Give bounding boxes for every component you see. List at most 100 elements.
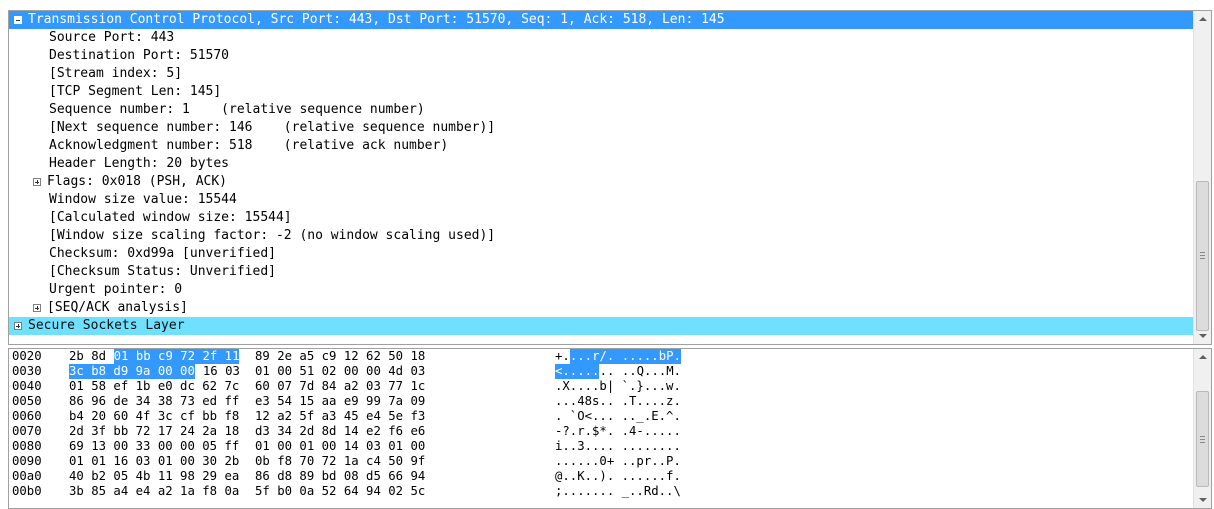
hex-bytes: 69 13 00 33 00 00 05 ff	[69, 439, 240, 453]
packet-bytes-pane[interactable]: 0020 2b 8d 01 bb c9 72 2f 11 89 2e a5 c9 12…	[8, 348, 1212, 509]
hex-bytes: b4 20 60 4f 3c cf bb f8	[69, 409, 240, 423]
tree-row-label: [TCP Segment Len: 145]	[49, 84, 222, 99]
tree-row-label: Sequence number: 1 (relative sequence nu…	[49, 102, 425, 117]
hex-bytes: 12 a2 5f a3 45 e4 5e f3	[255, 409, 426, 423]
bytes-vertical-scrollbar[interactable]	[1193, 349, 1211, 508]
hex-offset: 0020	[12, 349, 42, 363]
scroll-down-arrow-icon[interactable]	[1194, 491, 1211, 508]
tree-row-label: [Checksum Status: Unverified]	[49, 264, 276, 279]
tree-row[interactable]: [Calculated window size: 15544]	[9, 209, 1193, 227]
ascii-text: ...48s.. .T....z.	[555, 394, 681, 408]
ascii-text: . `O<... .._.E.^.	[555, 409, 681, 423]
scroll-up-arrow-icon[interactable]	[1194, 349, 1211, 366]
hex-bytes: 86 d8 89 bd 08 d5 66 94	[255, 469, 426, 483]
hex-offset: 0030	[12, 364, 42, 378]
tree-row-label: Transmission Control Protocol, Src Port:…	[28, 12, 725, 27]
tree-row[interactable]: [Checksum Status: Unverified]	[9, 263, 1193, 281]
packet-details-tree[interactable]: Transmission Control Protocol, Src Port:…	[9, 11, 1193, 344]
ascii-text-highlighted: <.....	[555, 364, 600, 379]
hex-bytes: 3b 85 a4 e4 a2 1a f8 0a	[69, 484, 240, 498]
hex-row[interactable]: 0080 69 13 00 33 00 00 05 ff 01 00 01 00 1…	[9, 439, 1193, 454]
tree-row[interactable]: Urgent pointer: 0	[9, 281, 1193, 299]
tree-row[interactable]: Secure Sockets Layer	[9, 317, 1193, 335]
hex-bytes-highlighted: 3c b8 d9 9a 00 00	[69, 364, 195, 379]
scrollbar-thumb[interactable]	[1196, 391, 1209, 487]
ascii-text: @..K..). ......f.	[555, 469, 681, 483]
hex-row[interactable]: 0020 2b 8d 01 bb c9 72 2f 11 89 2e a5 c9 12…	[9, 349, 1193, 364]
hex-offset: 0050	[12, 394, 42, 408]
hex-bytes: 2b 8d	[69, 349, 107, 363]
scrollbar-thumb[interactable]	[1196, 181, 1209, 331]
hex-row[interactable]: 0040 01 58 ef 1b e0 dc 62 7c 60 07 7d 84 a…	[9, 379, 1193, 394]
scroll-up-arrow-icon[interactable]	[1194, 11, 1211, 28]
tree-row[interactable]: [Window size scaling factor: -2 (no wind…	[9, 227, 1193, 245]
hex-row[interactable]: 0070 2d 3f bb 72 17 24 2a 18 d3 34 2d 8d 1…	[9, 424, 1193, 439]
tree-row[interactable]: Acknowledgment number: 518 (relative ack…	[9, 137, 1193, 155]
hex-bytes: 01 58 ef 1b e0 dc 62 7c	[69, 379, 240, 393]
tree-row-label: [Next sequence number: 146 (relative seq…	[49, 120, 496, 135]
ascii-text: -?.r.$*. .4-.....	[555, 424, 681, 438]
tree-row[interactable]: [Next sequence number: 146 (relative seq…	[9, 119, 1193, 137]
tree-row[interactable]: Window size value: 15544	[9, 191, 1193, 209]
ascii-text: .X....b| `.}...w.	[555, 379, 681, 393]
hex-row[interactable]: 00a0 40 b2 05 4b 11 98 29 ea 86 d8 89 bd 0…	[9, 469, 1193, 484]
tree-row[interactable]: [TCP Segment Len: 145]	[9, 83, 1193, 101]
tree-row-label: Window size value: 15544	[49, 192, 237, 207]
ascii-text: ;....... _..Rd..\	[555, 484, 681, 498]
hex-bytes: e3 54 15 aa e9 99 7a 09	[255, 394, 426, 408]
tree-row[interactable]: Destination Port: 51570	[9, 47, 1193, 65]
tree-row-label: Checksum: 0xd99a [unverified]	[49, 246, 276, 261]
hex-bytes: 40 b2 05 4b 11 98 29 ea	[69, 469, 240, 483]
details-vertical-scrollbar[interactable]	[1193, 11, 1211, 344]
hex-dump[interactable]: 0020 2b 8d 01 bb c9 72 2f 11 89 2e a5 c9 12…	[9, 349, 1193, 508]
hex-bytes-highlighted: 01 bb c9 72 2f 11	[113, 349, 240, 364]
hex-row[interactable]: 00b0 3b 85 a4 e4 a2 1a f8 0a 5f b0 0a 52 6…	[9, 484, 1193, 499]
hex-bytes: 89 2e a5 c9 12 62 50 18	[255, 349, 426, 363]
hex-bytes: 5f b0 0a 52 64 94 02 5c	[255, 484, 426, 498]
hex-bytes: 60 07 7d 84 a2 03 77 1c	[255, 379, 426, 393]
hex-row[interactable]: 0060 b4 20 60 4f 3c cf bb f8 12 a2 5f a3 4…	[9, 409, 1193, 424]
packet-details-pane[interactable]: Transmission Control Protocol, Src Port:…	[8, 10, 1212, 345]
tree-row-label: [Window size scaling factor: -2 (no wind…	[49, 228, 496, 243]
tree-row-selected[interactable]: Transmission Control Protocol, Src Port:…	[9, 11, 1193, 29]
tree-row[interactable]: Checksum: 0xd99a [unverified]	[9, 245, 1193, 263]
scroll-down-arrow-icon[interactable]	[1194, 327, 1211, 344]
hex-row[interactable]: 0030 3c b8 d9 9a 00 00 16 03 01 00 51 02 00…	[9, 364, 1193, 379]
hex-bytes: d3 34 2d 8d 14 e2 f6 e6	[255, 424, 426, 438]
tree-row-label: Acknowledgment number: 518 (relative ack…	[49, 138, 449, 153]
hex-bytes: 2d 3f bb 72 17 24 2a 18	[69, 424, 240, 438]
hex-offset: 00a0	[12, 469, 42, 483]
hex-offset: 0080	[12, 439, 42, 453]
hex-offset: 0070	[12, 424, 42, 438]
tree-row-label: Flags: 0x018 (PSH, ACK)	[47, 174, 228, 189]
tree-row-label: Destination Port: 51570	[49, 48, 230, 63]
tree-row-label: [SEQ/ACK analysis]	[47, 300, 188, 315]
expand-plus-icon[interactable]	[33, 304, 41, 312]
hex-offset: 00b0	[12, 484, 42, 498]
ascii-text: .. ..Q...M.	[599, 364, 682, 378]
hex-bytes: 01 00 01 00 14 03 01 00	[255, 439, 426, 453]
tree-row-label: Urgent pointer: 0	[49, 282, 183, 297]
expand-plus-icon[interactable]	[14, 322, 22, 330]
hex-row[interactable]: 0050 86 96 de 34 38 73 ed ff e3 54 15 aa e…	[9, 394, 1193, 409]
ascii-text: +.	[555, 349, 570, 363]
tree-row-label: [Stream index: 5]	[49, 66, 183, 81]
tree-row[interactable]: Source Port: 443	[9, 29, 1193, 47]
hex-offset: 0040	[12, 379, 42, 393]
hex-bytes: 16 03	[202, 364, 240, 378]
tree-row-label: Header Length: 20 bytes	[49, 156, 230, 171]
hex-bytes: 86 96 de 34 38 73 ed ff	[69, 394, 240, 408]
collapse-minus-icon[interactable]	[14, 16, 22, 24]
tree-row[interactable]: Header Length: 20 bytes	[9, 155, 1193, 173]
ascii-text-highlighted: ...r/. .....bP.	[569, 349, 681, 364]
tree-row[interactable]: [Stream index: 5]	[9, 65, 1193, 83]
tree-row[interactable]: [SEQ/ACK analysis]	[9, 299, 1193, 317]
hex-offset: 0060	[12, 409, 42, 423]
hex-row[interactable]: 0090 01 01 16 03 01 00 30 2b 0b f8 70 72 1…	[9, 454, 1193, 469]
tree-row-label: Source Port: 443	[49, 30, 175, 45]
hex-bytes: 01 00 51 02 00 00 4d 03	[255, 364, 426, 378]
tree-row-label: Secure Sockets Layer	[28, 318, 185, 333]
tree-row[interactable]: Sequence number: 1 (relative sequence nu…	[9, 101, 1193, 119]
tree-row[interactable]: Flags: 0x018 (PSH, ACK)	[9, 173, 1193, 191]
expand-plus-icon[interactable]	[33, 178, 41, 186]
